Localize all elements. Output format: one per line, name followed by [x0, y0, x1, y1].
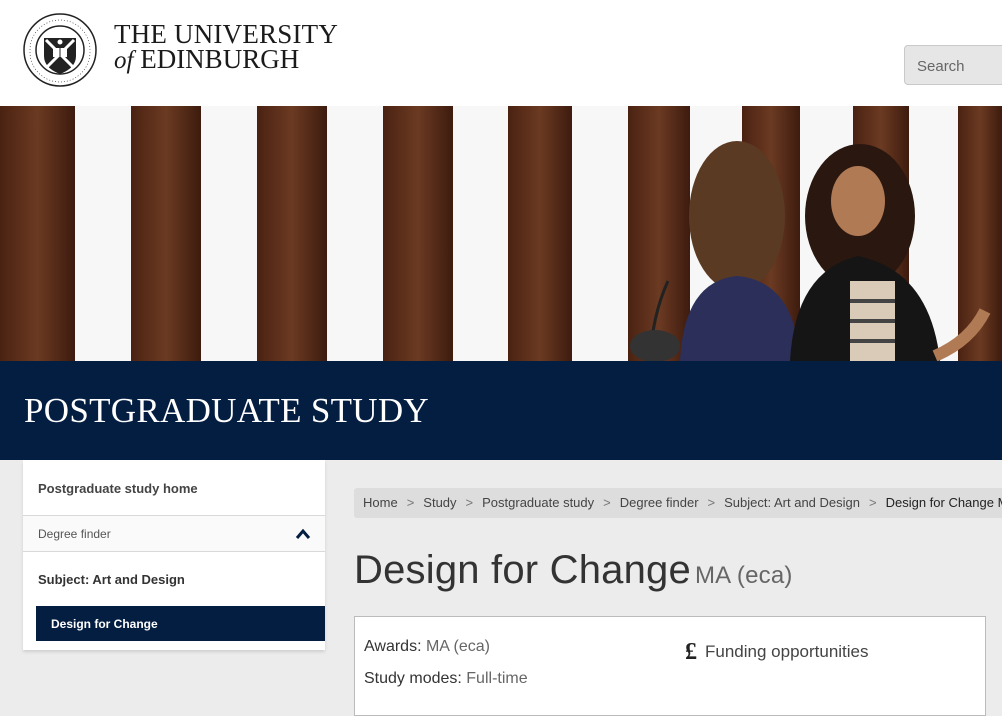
funding-opportunities-link[interactable]: £ Funding opportunities	[685, 637, 869, 665]
breadcrumb-separator: >	[465, 495, 474, 510]
pound-icon: £	[685, 639, 697, 665]
hero-photo-students	[0, 106, 1002, 361]
awards-value: MA (eca)	[425, 638, 490, 655]
study-modes-label: Study modes:	[364, 670, 462, 687]
page-title: Design for Change MA (eca)	[354, 548, 793, 593]
breadcrumb-link-degree-finder[interactable]: Degree finder	[620, 495, 699, 510]
sidebar-nav: Postgraduate study home Degree finder Su…	[23, 460, 325, 650]
study-modes-value: Full-time	[466, 670, 528, 687]
sidebar-item-label: Degree finder	[38, 527, 111, 541]
breadcrumb: Home > Study > Postgraduate study > Degree fin…	[354, 488, 1002, 518]
chevron-up-icon[interactable]	[295, 528, 311, 540]
breadcrumb-separator: >	[603, 495, 611, 510]
breadcrumb-current: Design for Change MA (eca)	[885, 495, 1002, 510]
breadcrumb-separator: >	[707, 495, 716, 510]
section-banner: POSTGRADUATE STUDY	[0, 361, 1002, 460]
breadcrumb-link-subject[interactable]: Subject: Art and Design	[724, 495, 860, 510]
university-name-of: of	[114, 47, 134, 74]
awards-row: Awards: MA (eca)	[364, 638, 490, 656]
sidebar-item-current[interactable]: Design for Change	[36, 606, 325, 641]
breadcrumb-separator: >	[868, 495, 877, 510]
breadcrumb-link-postgraduate[interactable]: Postgraduate study	[482, 495, 594, 510]
university-crest-logo[interactable]	[22, 12, 98, 88]
sidebar-item-home[interactable]: Postgraduate study home	[23, 460, 325, 516]
university-name-line2: of EDINBURGH	[114, 44, 338, 74]
section-title: POSTGRADUATE STUDY	[24, 391, 430, 430]
page-title-award: MA (eca)	[694, 562, 793, 589]
sidebar-item-degree-finder[interactable]: Degree finder	[23, 516, 325, 552]
university-name[interactable]: THE UNIVERSITY of EDINBURGH	[114, 21, 338, 74]
search-placeholder: Search	[917, 58, 965, 75]
sidebar-item-subject[interactable]: Subject: Art and Design	[38, 572, 185, 587]
site-header: THE UNIVERSITY of EDINBURGH Search	[0, 0, 1002, 106]
programme-info-box: Awards: MA (eca) Study modes: Full-time …	[354, 616, 986, 716]
university-name-edinburgh: EDINBURGH	[140, 44, 300, 74]
breadcrumb-separator: >	[406, 495, 415, 510]
funding-label: Funding opportunities	[705, 642, 869, 661]
hero-image	[0, 106, 1002, 361]
awards-label: Awards:	[364, 638, 422, 655]
study-modes-row: Study modes: Full-time	[364, 670, 528, 688]
breadcrumb-link-home[interactable]: Home	[363, 495, 398, 510]
breadcrumb-link-study[interactable]: Study	[423, 495, 456, 510]
page-title-text: Design for Change	[354, 548, 691, 592]
search-input[interactable]: Search	[904, 45, 1002, 85]
